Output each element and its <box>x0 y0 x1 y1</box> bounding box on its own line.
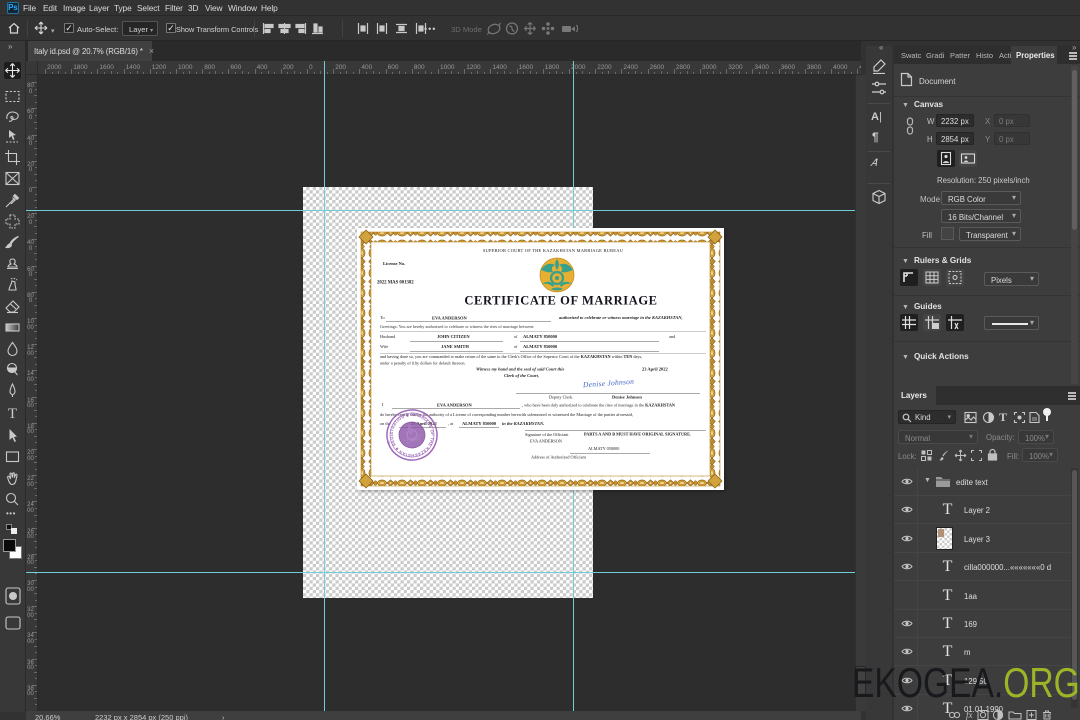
svg-text:fx: fx <box>966 710 973 720</box>
